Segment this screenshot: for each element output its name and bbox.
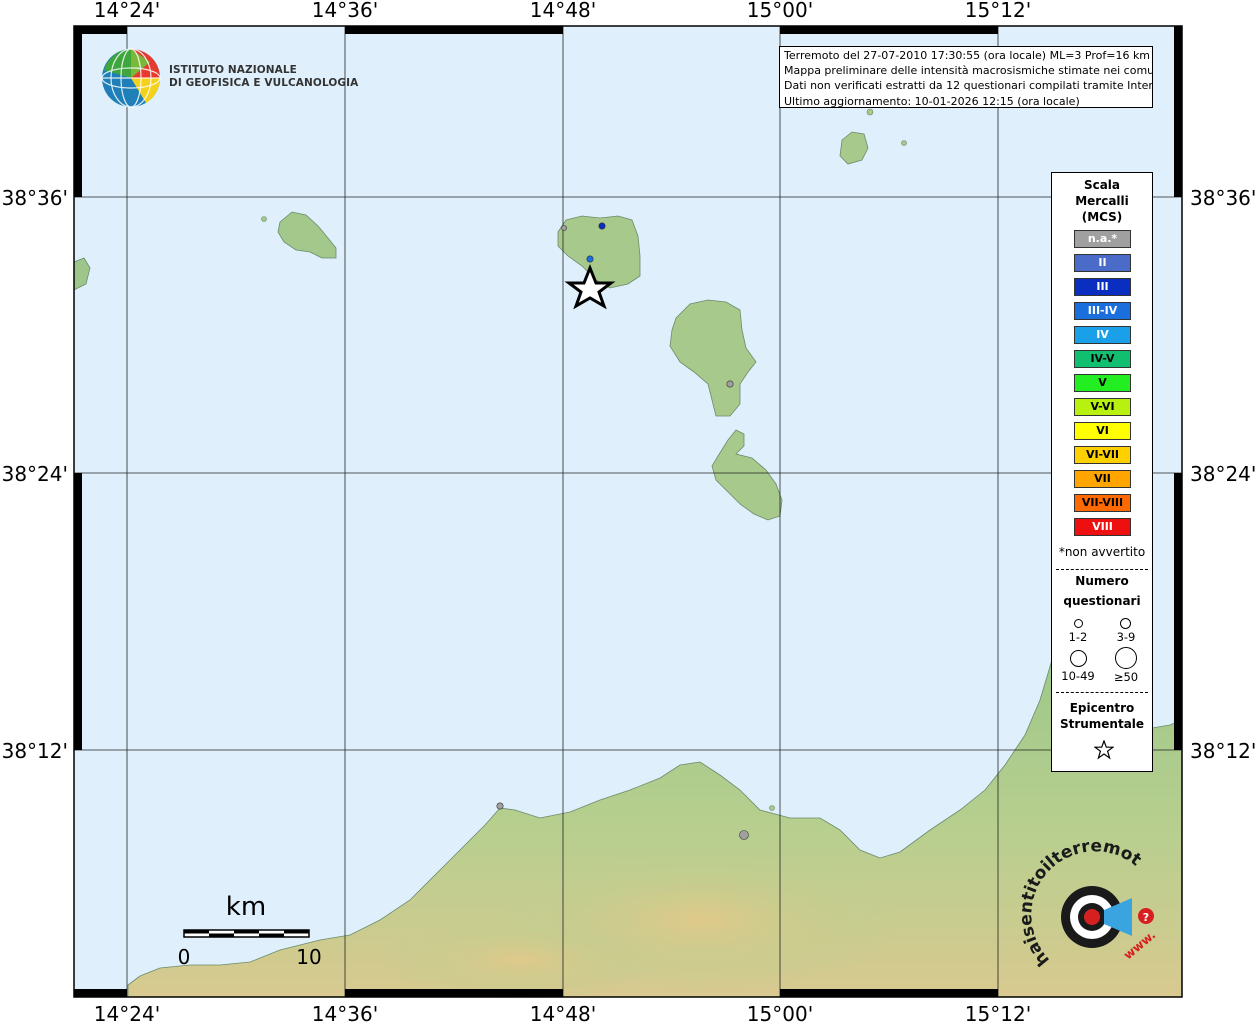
lon-label: 14°48' [530,1002,596,1024]
lon-labels-bottom: 14°24' 14°36' 14°48' 15°00' 15°12' [94,1002,1031,1024]
lat-label: 38°12' [2,739,68,763]
lon-label: 14°36' [312,0,378,22]
lon-labels-top: 14°24' 14°36' 14°48' 15°00' 15°12' [94,0,1031,22]
scale-end: 10 [296,945,321,969]
lon-label: 15°12' [965,1002,1031,1024]
legend-swatch: VII [1074,470,1131,488]
legend-note: *non avvertito [1058,545,1146,559]
logo-line: ISTITUTO NAZIONALE [169,64,297,76]
intensity-point-iii-iv[interactable] [586,255,594,263]
intensity-point-iii[interactable] [598,222,606,230]
svg-text:?: ? [1143,911,1149,924]
islet [866,108,874,116]
info-line: Ultimo aggiornamento: 10-01-2026 12:15 (… [784,94,1080,108]
islet [261,216,267,222]
legend: Scala Mercalli (MCS) n.a.* II III III-IV IV I… [1051,172,1153,772]
lon-label: 14°24' [94,1002,160,1024]
lon-label: 15°00' [747,0,813,22]
legend-swatch: VII-VIII [1074,494,1131,512]
legend-swatch: III-IV [1074,302,1131,320]
count-label: 1-2 [1068,630,1088,644]
legend-title: Scala Mercalli (MCS) [1052,177,1152,225]
legend-swatch: VIII [1074,518,1131,536]
intensity-point-na[interactable] [496,802,504,810]
count-label: 10-49 [1061,669,1095,683]
epicenter-title: Epicentro [1069,701,1135,715]
legend-swatch: n.a.* [1074,230,1131,248]
legend-title-line: Scala [1083,178,1121,192]
intensity-point-na[interactable] [726,380,734,388]
count-circle-large [1070,650,1087,667]
scale-start: 0 [178,945,191,969]
lat-label: 38°12' [1190,739,1255,763]
intensity-point-na[interactable] [739,830,749,840]
lon-label: 15°12' [965,0,1031,22]
legend-swatch: III [1074,278,1131,296]
logo-line: DI GEOFISICA E VULCANOLOGIA [169,77,359,89]
ingv-logo-icon [101,48,161,108]
star-icon [1094,740,1114,760]
ingv-logo-text: ISTITUTO NAZIONALE DI GEOFISICA E VULCAN… [169,64,358,90]
legend-swatch: V [1074,374,1131,392]
info-line: Mappa preliminare delle intensità macros… [784,64,1153,78]
legend-title-line: Mercalli [1075,194,1129,208]
lon-label: 14°24' [94,0,160,22]
lat-label: 38°24' [2,462,68,486]
lat-label: 38°36' [2,186,68,210]
legend-swatch: II [1074,254,1131,272]
info-line: Terremoto del 27-07-2010 17:30:55 (ora l… [784,49,1151,62]
lat-labels-right: 38°36' 38°24' 38°12' [1190,186,1255,763]
count-circle-small [1074,619,1083,628]
lat-label: 38°36' [1190,186,1255,210]
count-label: ≥50 [1113,670,1139,684]
lon-label: 15°00' [747,1002,813,1024]
legend-title-line: (MCS) [1081,210,1123,224]
lat-labels-left: 38°36' 38°24' 38°12' [2,186,68,763]
count-label: 3-9 [1116,630,1136,644]
islet [769,805,775,811]
lon-label: 14°36' [312,1002,378,1024]
legend-separator [1056,692,1148,693]
legend-separator [1056,569,1148,570]
intensity-point-na[interactable] [561,225,567,231]
count-title: Numero [1075,574,1129,588]
legend-swatch: IV-V [1074,350,1131,368]
event-info-box: Terremoto del 27-07-2010 17:30:55 (ora l… [779,46,1153,108]
legend-swatch: VI [1074,422,1131,440]
lon-label: 14°48' [530,0,596,22]
legend-swatch: IV [1074,326,1131,344]
lat-label: 38°24' [1190,462,1255,486]
count-circle-medium [1120,618,1131,629]
islet [901,140,907,146]
info-line: Dati non verificati estratti da 12 quest… [784,79,1153,93]
mountain-relief [380,920,660,1000]
count-title: questionari [1063,594,1141,608]
epicenter-title: Strumentale [1059,717,1145,731]
count-circle-xlarge [1115,647,1137,669]
legend-swatch: VI-VII [1074,446,1131,464]
legend-swatch: V-VI [1074,398,1131,416]
scale-unit: km [226,892,266,922]
